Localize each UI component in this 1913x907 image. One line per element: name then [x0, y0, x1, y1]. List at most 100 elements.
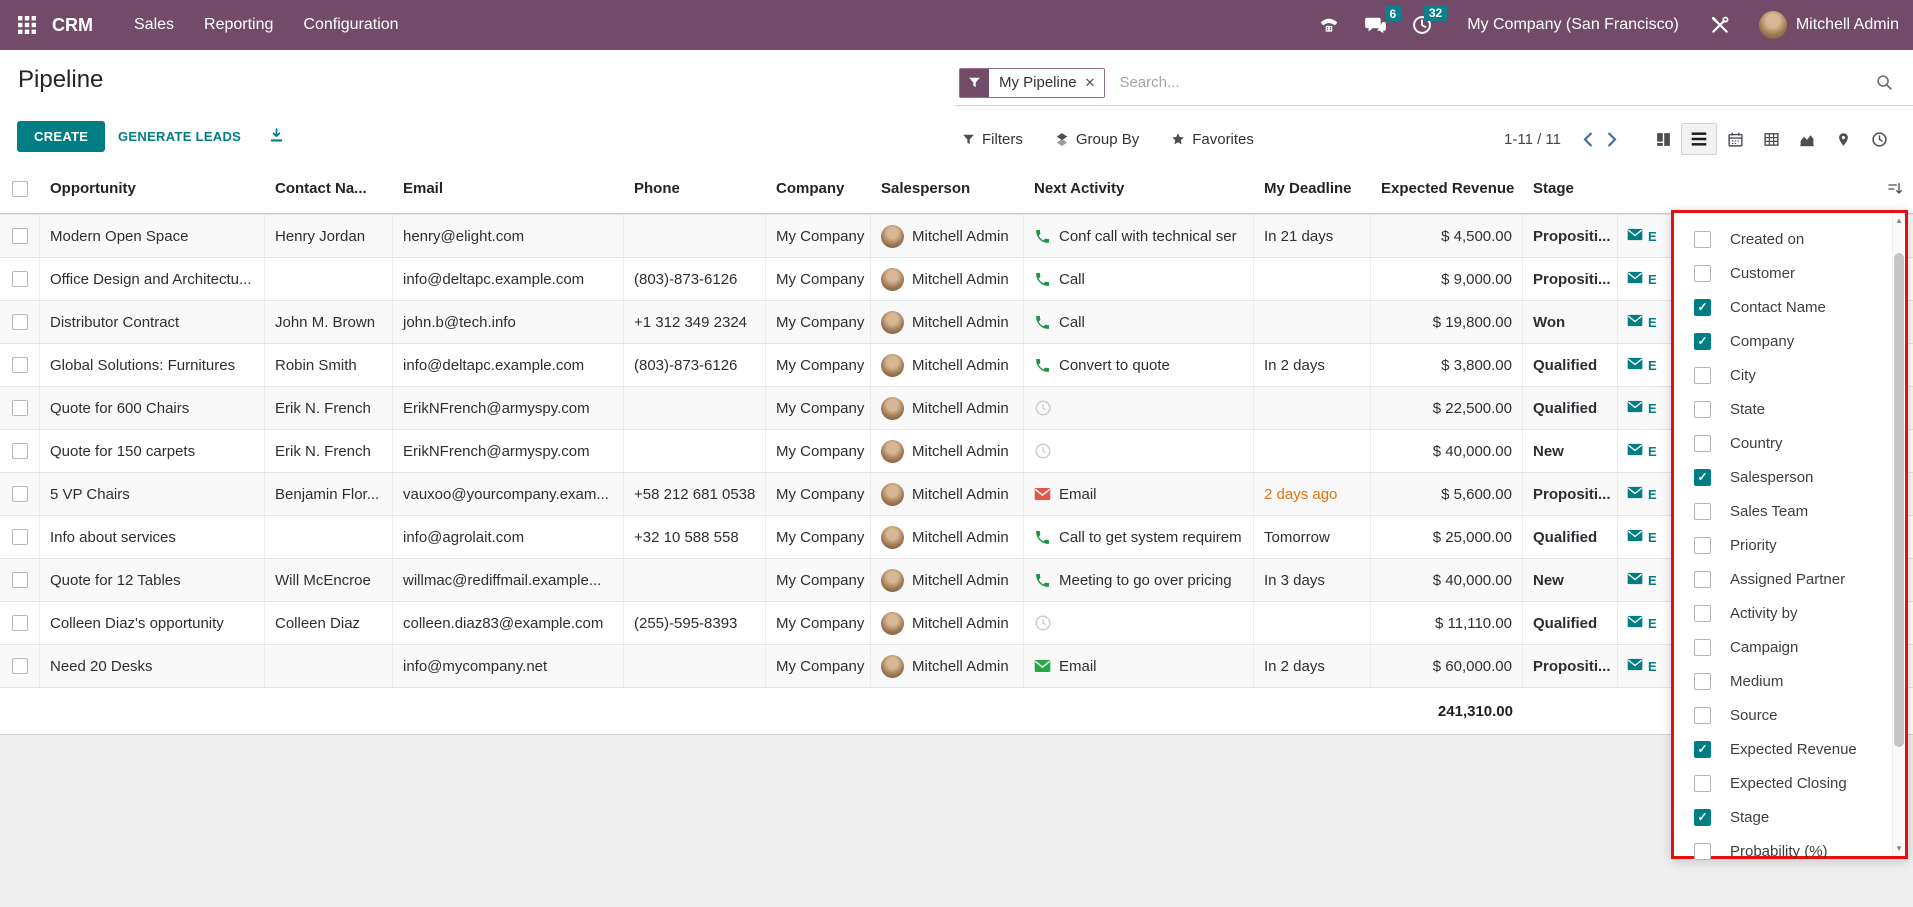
cell-stage[interactable]: Propositi...: [1523, 473, 1618, 515]
cell-stage[interactable]: Propositi...: [1523, 645, 1618, 687]
activities-clock-icon[interactable]: 32: [1399, 15, 1445, 35]
cell-stage[interactable]: New: [1523, 430, 1618, 472]
cell-next-activity[interactable]: Convert to quote: [1024, 344, 1254, 386]
row-checkbox[interactable]: [0, 258, 40, 300]
pager-previous-icon[interactable]: [1575, 128, 1600, 151]
cell-my-deadline[interactable]: [1254, 301, 1371, 343]
list-view-icon[interactable]: [1681, 123, 1717, 155]
column-menu-item[interactable]: Expected Closing: [1674, 766, 1905, 800]
cell-expected-revenue[interactable]: $ 9,000.00: [1371, 258, 1523, 300]
checked-checkbox[interactable]: ✓: [1694, 809, 1711, 826]
cell-opportunity[interactable]: Office Design and Architectu...: [40, 258, 265, 300]
column-header[interactable]: Contact Na...: [265, 164, 393, 213]
cell-expected-revenue[interactable]: $ 11,110.00: [1371, 602, 1523, 644]
table-row[interactable]: Need 20 Desksinfo@mycompany.netMy Compan…: [0, 644, 1913, 687]
column-header[interactable]: My Deadline: [1254, 164, 1371, 213]
cell-next-activity[interactable]: Call: [1024, 258, 1254, 300]
cell-contact[interactable]: Benjamin Flor...: [265, 473, 393, 515]
cell-opportunity[interactable]: Distributor Contract: [40, 301, 265, 343]
cell-email[interactable]: info@agrolait.com: [393, 516, 624, 558]
cell-phone[interactable]: [624, 387, 766, 429]
cell-contact[interactable]: Erik N. French: [265, 430, 393, 472]
cell-opportunity[interactable]: Quote for 12 Tables: [40, 559, 265, 601]
unchecked-checkbox[interactable]: [1694, 503, 1711, 520]
cell-expected-revenue[interactable]: $ 40,000.00: [1371, 559, 1523, 601]
unchecked-checkbox[interactable]: [1694, 707, 1711, 724]
cell-email[interactable]: info@deltapc.example.com: [393, 258, 624, 300]
row-checkbox[interactable]: [0, 215, 40, 257]
cell-salesperson[interactable]: Mitchell Admin: [871, 473, 1024, 515]
graph-view-icon[interactable]: [1789, 123, 1825, 155]
unchecked-checkbox[interactable]: [1694, 231, 1711, 248]
column-header[interactable]: Company: [766, 164, 871, 213]
column-menu-item[interactable]: Probability (%): [1674, 834, 1905, 868]
cell-my-deadline[interactable]: In 2 days: [1254, 645, 1371, 687]
cell-expected-revenue[interactable]: $ 60,000.00: [1371, 645, 1523, 687]
cell-opportunity[interactable]: Quote for 600 Chairs: [40, 387, 265, 429]
cell-contact[interactable]: Erik N. French: [265, 387, 393, 429]
table-row[interactable]: Quote for 600 ChairsErik N. FrenchErikNF…: [0, 386, 1913, 429]
cell-salesperson[interactable]: Mitchell Admin: [871, 344, 1024, 386]
table-row[interactable]: Office Design and Architectu... info@delt…: [0, 257, 1913, 300]
column-menu-item[interactable]: Medium: [1674, 664, 1905, 698]
cell-contact[interactable]: Colleen Diaz: [265, 602, 393, 644]
cell-my-deadline[interactable]: In 2 days: [1254, 344, 1371, 386]
column-menu-item[interactable]: ✓Contact Name: [1674, 290, 1905, 324]
table-row[interactable]: Distributor ContractJohn M. Brownjohn.b@…: [0, 300, 1913, 343]
unchecked-checkbox[interactable]: [1694, 367, 1711, 384]
cell-opportunity[interactable]: Modern Open Space: [40, 215, 265, 257]
row-checkbox[interactable]: [0, 559, 40, 601]
cell-phone[interactable]: [624, 215, 766, 257]
facet-close-icon[interactable]: ✕: [1085, 69, 1105, 97]
checked-checkbox[interactable]: ✓: [1694, 469, 1711, 486]
cell-email[interactable]: info@deltapc.example.com: [393, 344, 624, 386]
email-activity-icon[interactable]: [1034, 659, 1051, 673]
cell-email[interactable]: willmac@rediffmail.example...: [393, 559, 624, 601]
favorites-button[interactable]: Favorites: [1171, 131, 1254, 148]
row-checkbox[interactable]: [0, 344, 40, 386]
cell-contact[interactable]: Robin Smith: [265, 344, 393, 386]
no-activity-clock-icon[interactable]: [1034, 614, 1052, 632]
cell-company[interactable]: My Company: [766, 645, 871, 687]
search-input[interactable]: [1117, 73, 1876, 92]
cell-salesperson[interactable]: Mitchell Admin: [871, 602, 1024, 644]
unchecked-checkbox[interactable]: [1694, 265, 1711, 282]
cell-salesperson[interactable]: Mitchell Admin: [871, 387, 1024, 429]
cell-contact[interactable]: [265, 258, 393, 300]
apps-grid-icon[interactable]: [0, 16, 52, 34]
cell-stage[interactable]: Propositi...: [1523, 215, 1618, 257]
column-menu-item[interactable]: Campaign: [1674, 630, 1905, 664]
cell-my-deadline[interactable]: [1254, 602, 1371, 644]
phone-activity-icon[interactable]: [1034, 529, 1051, 546]
cell-contact[interactable]: John M. Brown: [265, 301, 393, 343]
debug-tools-icon[interactable]: [1697, 15, 1743, 35]
cell-next-activity[interactable]: [1024, 602, 1254, 644]
cell-stage[interactable]: Qualified: [1523, 602, 1618, 644]
phone-activity-icon[interactable]: [1034, 228, 1051, 245]
table-row[interactable]: Colleen Diaz's opportunityColleen Diazco…: [0, 601, 1913, 644]
cell-contact[interactable]: Will McEncroe: [265, 559, 393, 601]
column-menu-item[interactable]: Priority: [1674, 528, 1905, 562]
cell-next-activity[interactable]: Call: [1024, 301, 1254, 343]
column-menu-item[interactable]: State: [1674, 392, 1905, 426]
cell-salesperson[interactable]: Mitchell Admin: [871, 258, 1024, 300]
map-view-icon[interactable]: [1825, 123, 1861, 155]
cell-company[interactable]: My Company: [766, 602, 871, 644]
column-menu-item[interactable]: Customer: [1674, 256, 1905, 290]
no-activity-clock-icon[interactable]: [1034, 442, 1052, 460]
column-menu-item[interactable]: City: [1674, 358, 1905, 392]
cell-my-deadline[interactable]: Tomorrow: [1254, 516, 1371, 558]
export-download-icon[interactable]: [268, 127, 285, 149]
activity-view-icon[interactable]: [1861, 123, 1897, 155]
cell-my-deadline[interactable]: [1254, 387, 1371, 429]
cell-expected-revenue[interactable]: $ 25,000.00: [1371, 516, 1523, 558]
nav-menu-reporting[interactable]: Reporting: [189, 0, 288, 50]
table-row[interactable]: Quote for 150 carpetsErik N. FrenchErikN…: [0, 429, 1913, 472]
checked-checkbox[interactable]: ✓: [1694, 299, 1711, 316]
cell-phone[interactable]: +1 312 349 2324: [624, 301, 766, 343]
row-checkbox[interactable]: [0, 301, 40, 343]
phone-activity-icon[interactable]: [1034, 357, 1051, 374]
row-checkbox[interactable]: [0, 473, 40, 515]
cell-next-activity[interactable]: Email: [1024, 645, 1254, 687]
cell-my-deadline[interactable]: [1254, 430, 1371, 472]
